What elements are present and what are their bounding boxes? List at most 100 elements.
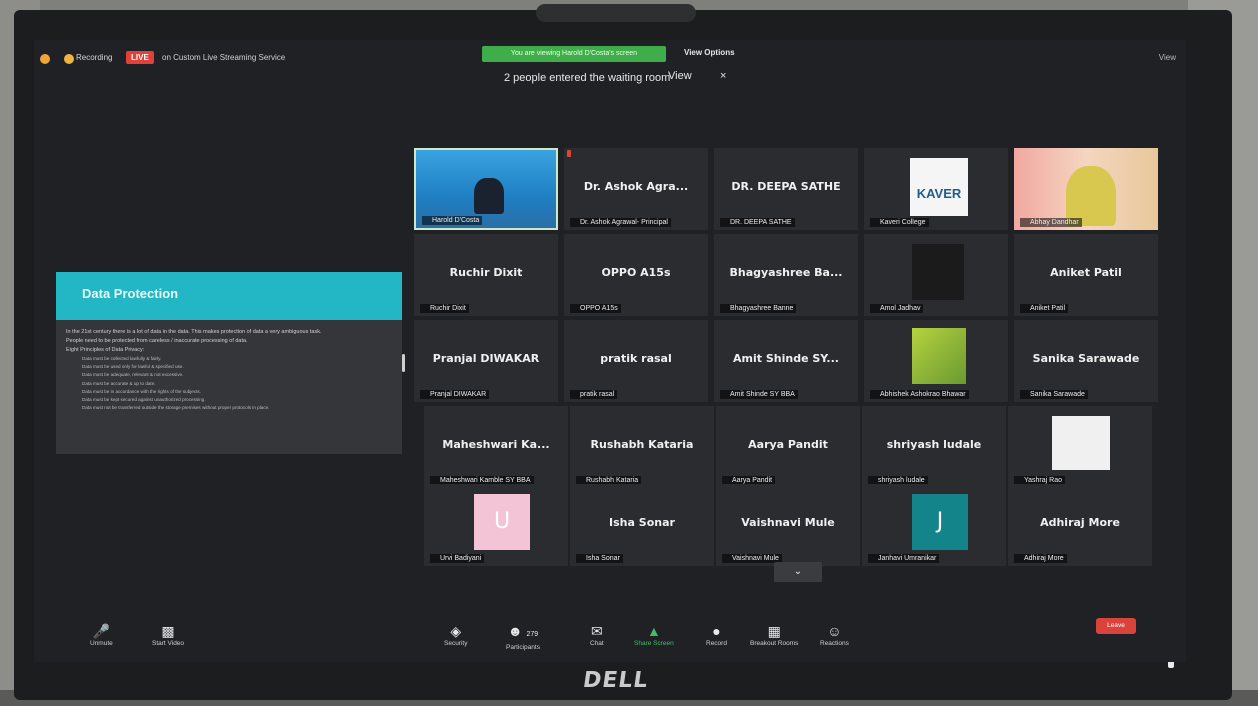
participant-display-name: Dr. Ashok Agra... xyxy=(583,180,689,193)
shared-screen-slide: Data Protection In the 21st century ther… xyxy=(56,272,402,454)
participant-tile[interactable]: Sanika Sarawade Sanika Sarawade xyxy=(1014,320,1158,402)
muted-mic-icon xyxy=(567,150,571,157)
security-button[interactable]: ◈ Security xyxy=(444,622,467,647)
participant-display-name: Aarya Pandit xyxy=(748,438,828,451)
kaveri-logo-text: KAVER xyxy=(916,186,962,201)
live-stream-menu[interactable]: on Custom Live Streaming Service xyxy=(162,53,285,62)
monitor-brand-logo: DELL xyxy=(581,668,651,693)
participant-display-name: Ruchir Dixit xyxy=(449,266,523,279)
participant-display-name: Sanika Sarawade xyxy=(1032,352,1140,365)
participant-tile[interactable]: Rushabh Kataria Rushabh Kataria xyxy=(570,406,714,488)
slide-sub-bullet: Data must be in accordance with the righ… xyxy=(82,388,201,394)
split-view-drag-handle[interactable] xyxy=(402,354,405,372)
participant-tile[interactable]: pratik rasal pratik rasal xyxy=(564,320,708,402)
participant-display-name: OPPO A15s xyxy=(601,266,671,279)
profile-photo-avatar xyxy=(912,328,966,384)
slide-sub-bullet: Data must be collected lawfully & fairly… xyxy=(82,356,162,361)
participant-tile[interactable]: Vaishnavi Mule Vaishnavi Mule xyxy=(716,484,860,566)
breakout-grid-icon: ▦ xyxy=(767,623,781,639)
participant-name: Abhay Dandhar xyxy=(1020,218,1082,227)
participant-tile[interactable]: Amol Jadhav xyxy=(864,234,1008,316)
participant-tile[interactable]: shriyash ludale shriyash ludale xyxy=(862,406,1006,488)
participant-tile[interactable]: Ruchir Dixit Ruchir Dixit xyxy=(414,234,558,316)
participant-tile[interactable]: Aarya Pandit Aarya Pandit xyxy=(716,406,860,488)
zoom-meeting-window: Recording LIVE on Custom Live Streaming … xyxy=(34,40,1186,662)
chat-button[interactable]: ✉ Chat xyxy=(590,622,604,647)
participant-name: DR. DEEPA SATHE xyxy=(720,218,795,227)
record-label: Record xyxy=(706,640,727,647)
participant-name: Abhishek Ashokrao Bhawar xyxy=(870,390,969,399)
participant-tile[interactable]: U Urvi Badiyani xyxy=(424,484,568,566)
slide-bullet: In the 21st century there is a lot of da… xyxy=(66,329,322,335)
slide-sub-bullet: Data must be used only for lawful & spec… xyxy=(82,364,184,370)
record-button[interactable]: ● Record xyxy=(706,622,727,647)
breakout-rooms-button[interactable]: ▦ Breakout Rooms xyxy=(750,622,798,647)
profile-photo-avatar xyxy=(912,244,964,300)
participant-name: OPPO A15s xyxy=(570,304,621,313)
meeting-info-icon[interactable] xyxy=(40,54,50,64)
record-icon: ● xyxy=(712,623,721,639)
start-video-button[interactable]: ▩ Start Video xyxy=(152,622,184,647)
participant-tile[interactable]: KAVER Kaveri College xyxy=(864,148,1008,230)
participant-tile[interactable]: Aniket Patil Aniket Patil xyxy=(1014,234,1158,316)
participant-name: Janhavi Umranikar xyxy=(868,554,940,563)
reactions-button[interactable]: ☺ Reactions xyxy=(820,622,849,647)
gallery-scroll-chevron-icon[interactable]: ⌄ xyxy=(774,562,822,582)
participant-gallery: Harold D'Costa Dr. Ashok Agra... Dr. Ash… xyxy=(414,148,1164,566)
participant-name: Harold D'Costa xyxy=(422,216,483,225)
participant-display-name: Aniket Patil xyxy=(1050,266,1122,279)
participant-tile[interactable]: J Janhavi Umranikar xyxy=(862,484,1006,566)
view-toggle-button[interactable]: View xyxy=(1159,53,1176,62)
waiting-room-notice: 2 people entered the waiting room xyxy=(504,72,671,84)
participant-tile[interactable]: Yashraj Rao xyxy=(1008,406,1152,488)
share-screen-icon: ▲ xyxy=(646,623,661,639)
share-screen-button[interactable]: ▲ Share Screen xyxy=(634,622,674,647)
participant-tile[interactable]: Pranjal DIWAKAR Pranjal DIWAKAR xyxy=(414,320,558,402)
participant-display-name: Vaishnavi Mule xyxy=(741,516,835,529)
participant-tile[interactable]: Amit Shinde SY... Amit Shinde SY BBA xyxy=(714,320,858,402)
microphone-icon: 🎤 xyxy=(92,623,111,639)
waiting-room-close-icon[interactable]: × xyxy=(720,70,726,82)
participant-name: Sanika Sarawade xyxy=(1020,390,1088,399)
waiting-room-view-button[interactable]: View xyxy=(668,70,692,82)
profile-photo-avatar xyxy=(1052,416,1110,470)
webcam xyxy=(536,4,696,22)
participant-tile[interactable]: Abhishek Ashokrao Bhawar xyxy=(864,320,1008,402)
participant-tile[interactable]: Adhiraj More Adhiraj More xyxy=(1008,484,1152,566)
participant-tile[interactable]: Dr. Ashok Agra... Dr. Ashok Agrawal- Pri… xyxy=(564,148,708,230)
participant-name: Ruchir Dixit xyxy=(420,304,469,313)
reactions-label: Reactions xyxy=(820,640,849,647)
participant-tile[interactable]: Maheshwari Ka... Maheshwari Kamble SY BB… xyxy=(424,406,568,488)
participant-tile[interactable]: Abhay Dandhar xyxy=(1014,148,1158,230)
participant-name: Kaveri College xyxy=(870,218,929,227)
participants-button[interactable]: ☻ 279 Participants xyxy=(506,622,540,651)
participant-tile[interactable]: Bhagyashree Ba... Bhagyashree Banne xyxy=(714,234,858,316)
end-meeting-button[interactable]: Leave xyxy=(1096,618,1136,634)
unmute-label: Unmute xyxy=(90,640,113,647)
video-camera-icon: ▩ xyxy=(161,623,175,639)
meeting-toolbar: 🎤 Unmute ▩ Start Video ◈ Security ☻ 279 … xyxy=(34,616,1186,662)
participant-name: Adhiraj More xyxy=(1014,554,1067,563)
unmute-button[interactable]: 🎤 Unmute xyxy=(90,622,113,647)
participant-name: Urvi Badiyani xyxy=(430,554,485,563)
viewing-screen-banner: You are viewing Harold D'Costa's screen xyxy=(482,46,666,62)
slide-sub-bullet: Data must be accurate & up to date. xyxy=(82,380,156,386)
initial-avatar: J xyxy=(912,494,968,550)
participant-name: pratik rasal xyxy=(570,390,618,399)
participant-name: Pranjal DIWAKAR xyxy=(420,390,490,399)
shield-icon: ◈ xyxy=(450,623,462,639)
participant-name: Isha Sonar xyxy=(576,554,623,563)
participant-tile[interactable]: Isha Sonar Isha Sonar xyxy=(570,484,714,566)
participants-label: Participants xyxy=(506,644,540,651)
security-label: Security xyxy=(444,640,468,647)
slide-body: In the 21st century there is a lot of da… xyxy=(56,320,402,420)
slide-sub-bullet: Data must be adequate, relevant & not ex… xyxy=(82,372,184,378)
participant-display-name: pratik rasal xyxy=(600,352,672,365)
participant-name: Bhagyashree Banne xyxy=(720,304,797,313)
participant-name: Dr. Ashok Agrawal- Principal xyxy=(570,218,671,227)
participant-tile[interactable]: Harold D'Costa xyxy=(414,148,558,230)
participant-tile[interactable]: DR. DEEPA SATHE DR. DEEPA SATHE xyxy=(714,148,858,230)
chat-label: Chat xyxy=(590,640,604,647)
view-options-menu[interactable]: View Options xyxy=(684,48,735,57)
participant-tile[interactable]: OPPO A15s OPPO A15s xyxy=(564,234,708,316)
